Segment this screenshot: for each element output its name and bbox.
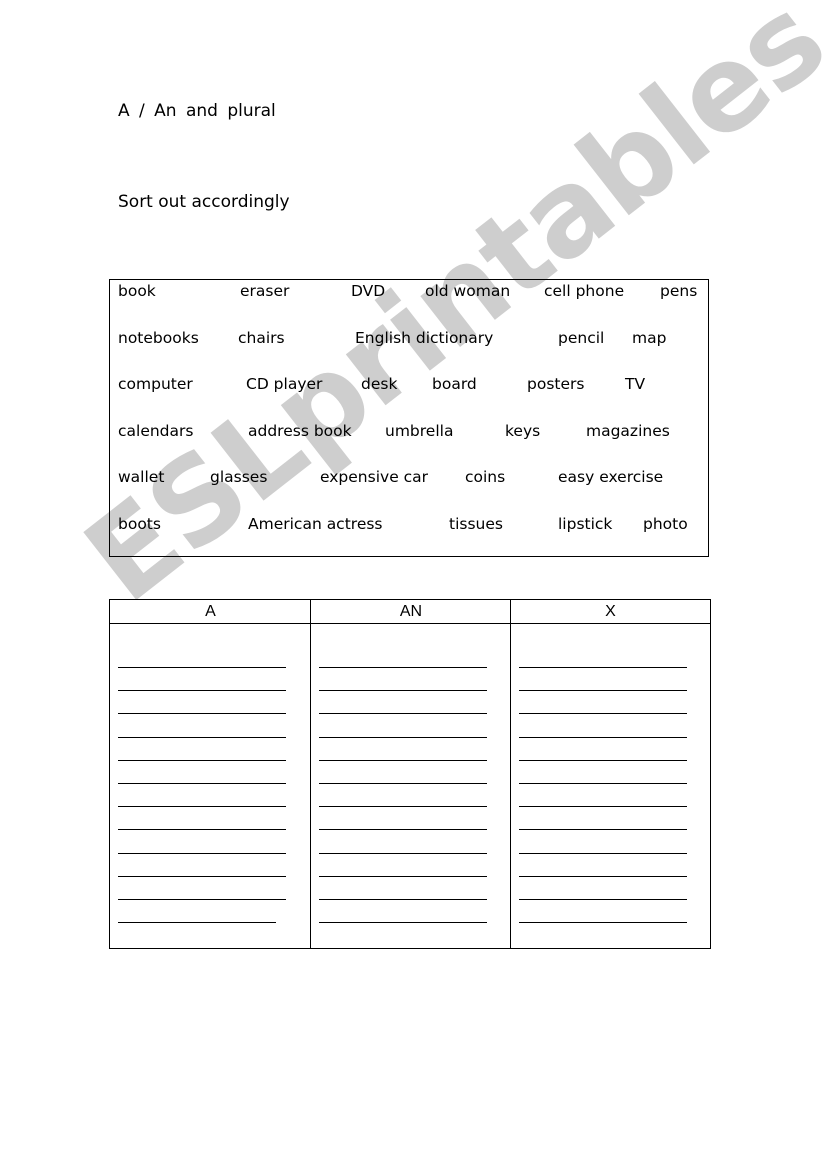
word: computer <box>118 375 193 393</box>
answer-line[interactable] <box>319 852 487 854</box>
word: CD player <box>246 375 323 393</box>
word: umbrella <box>385 422 454 440</box>
answer-line[interactable] <box>519 736 687 738</box>
answer-line[interactable] <box>118 875 286 877</box>
answer-line[interactable] <box>519 783 687 784</box>
word: posters <box>527 375 585 393</box>
answer-line[interactable] <box>319 806 487 808</box>
word: board <box>432 375 477 393</box>
answer-line[interactable] <box>519 852 687 854</box>
answer-line[interactable] <box>118 852 286 854</box>
answer-line[interactable] <box>118 783 286 784</box>
word: glasses <box>210 468 268 486</box>
worksheet-title: A / An and plural <box>118 101 276 121</box>
word: TV <box>625 375 646 393</box>
answer-line[interactable] <box>319 759 487 761</box>
word: coins <box>465 468 506 486</box>
word: cell phone <box>544 282 625 300</box>
answer-line[interactable] <box>319 713 487 715</box>
answer-line[interactable] <box>118 829 286 831</box>
column-header-a: A <box>110 600 311 624</box>
word: address book <box>248 422 352 440</box>
answer-line[interactable] <box>118 713 286 715</box>
answer-line[interactable] <box>118 759 286 761</box>
sorting-table: A AN X <box>109 599 711 949</box>
answer-line[interactable] <box>319 736 487 738</box>
answer-line[interactable] <box>319 667 487 668</box>
word: American actress <box>248 515 383 533</box>
word-bank: book eraser DVD old woman cell phone pen… <box>109 279 709 557</box>
word: boots <box>118 515 161 533</box>
word: desk <box>361 375 398 393</box>
answer-line[interactable] <box>319 829 487 831</box>
word: map <box>632 329 667 347</box>
answer-line[interactable] <box>319 783 487 784</box>
answer-line[interactable] <box>118 667 286 668</box>
word: keys <box>505 422 541 440</box>
answer-line[interactable] <box>118 690 286 692</box>
answer-line[interactable] <box>519 829 687 831</box>
instructions: Sort out accordingly <box>118 192 290 212</box>
column-header-x: X <box>511 600 710 624</box>
word: chairs <box>238 329 285 347</box>
word: DVD <box>351 282 386 300</box>
word: old woman <box>425 282 511 300</box>
answer-line[interactable] <box>319 899 487 900</box>
word: easy exercise <box>558 468 664 486</box>
answer-line[interactable] <box>319 875 487 877</box>
word: notebooks <box>118 329 199 347</box>
word: lipstick <box>558 515 613 533</box>
word: pens <box>660 282 698 300</box>
answer-line[interactable] <box>118 806 286 808</box>
answer-line[interactable] <box>519 713 687 715</box>
answer-line[interactable] <box>519 690 687 692</box>
answer-line[interactable] <box>519 899 687 900</box>
word: English dictionary <box>355 329 494 347</box>
answer-line[interactable] <box>118 736 286 738</box>
answer-line[interactable] <box>519 759 687 761</box>
word: magazines <box>586 422 670 440</box>
column-a: A <box>110 600 311 948</box>
word: eraser <box>240 282 290 300</box>
answer-line[interactable] <box>519 667 687 668</box>
answer-line[interactable] <box>519 922 687 924</box>
word: pencil <box>558 329 605 347</box>
word: expensive car <box>320 468 429 486</box>
answer-line[interactable] <box>118 922 276 924</box>
word: book <box>118 282 156 300</box>
word: wallet <box>118 468 165 486</box>
column-header-an: AN <box>311 600 511 624</box>
answer-line[interactable] <box>118 899 286 900</box>
answer-line[interactable] <box>319 922 487 924</box>
word: photo <box>643 515 688 533</box>
answer-line[interactable] <box>319 690 487 692</box>
column-x: X <box>510 600 710 948</box>
answer-line[interactable] <box>519 875 687 877</box>
answer-line[interactable] <box>519 806 687 808</box>
word: tissues <box>449 515 503 533</box>
column-an: AN <box>310 600 511 948</box>
word: calendars <box>118 422 194 440</box>
